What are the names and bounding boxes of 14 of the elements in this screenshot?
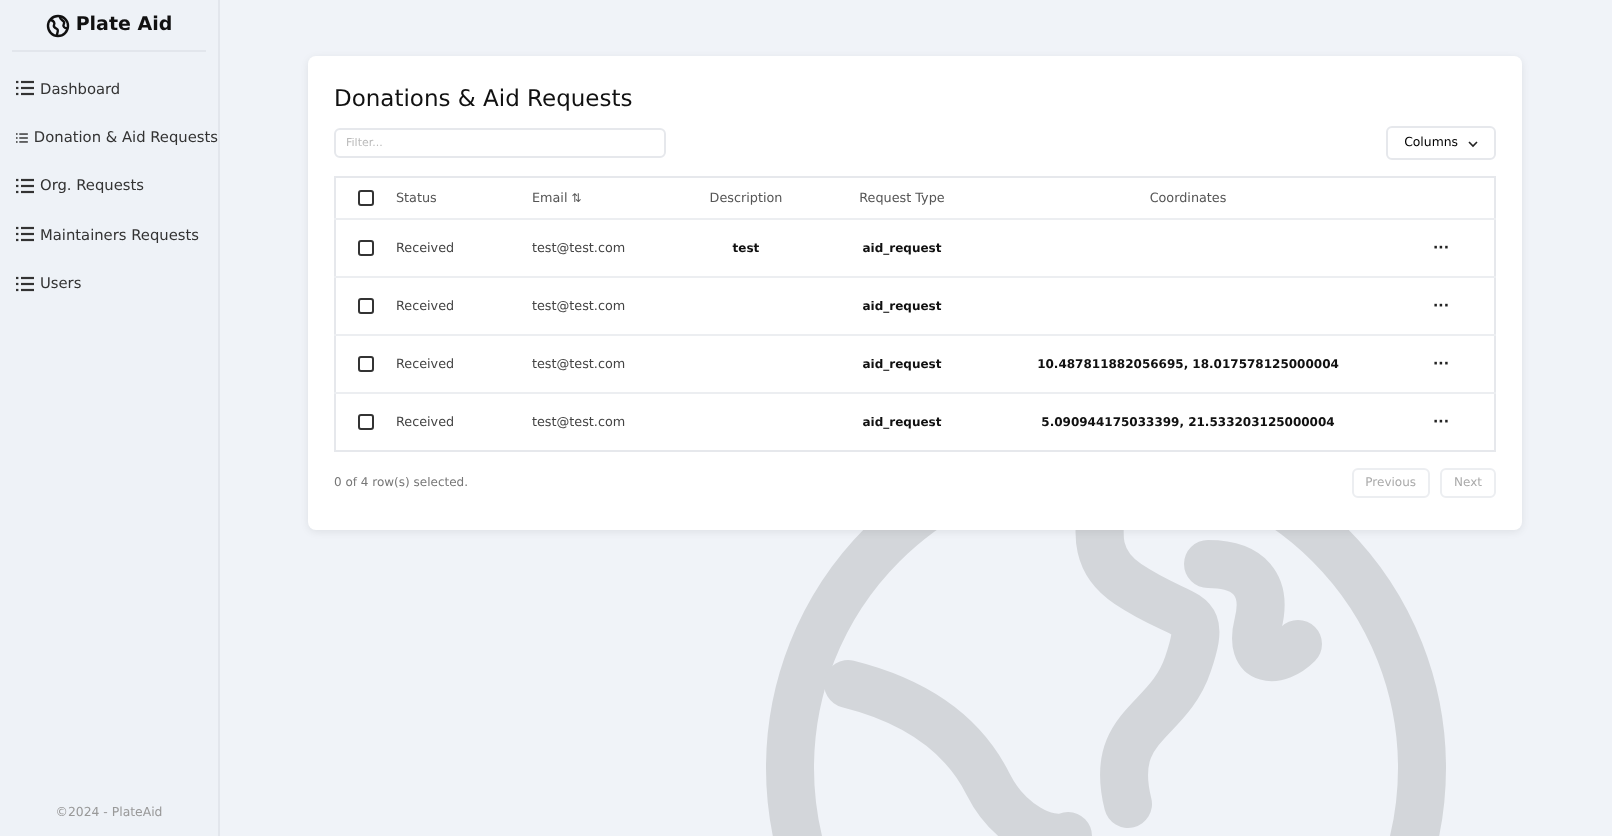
- checkbox[interactable]: [358, 240, 374, 257]
- list-icon: [16, 226, 34, 243]
- globe-icon: [45, 13, 70, 37]
- chevron-down-icon: [1468, 139, 1478, 147]
- checkbox[interactable]: [358, 190, 374, 207]
- list-icon: [16, 80, 34, 97]
- app-logo: Plate Aid: [75, 14, 173, 36]
- checkbox[interactable]: [358, 298, 374, 315]
- list-icon: [16, 129, 28, 146]
- page-title: Donations & Aid Requests: [334, 84, 635, 112]
- list-icon: [16, 177, 34, 194]
- list-icon: [16, 275, 34, 292]
- checkbox[interactable]: [358, 356, 374, 373]
- checkbox[interactable]: [358, 414, 374, 431]
